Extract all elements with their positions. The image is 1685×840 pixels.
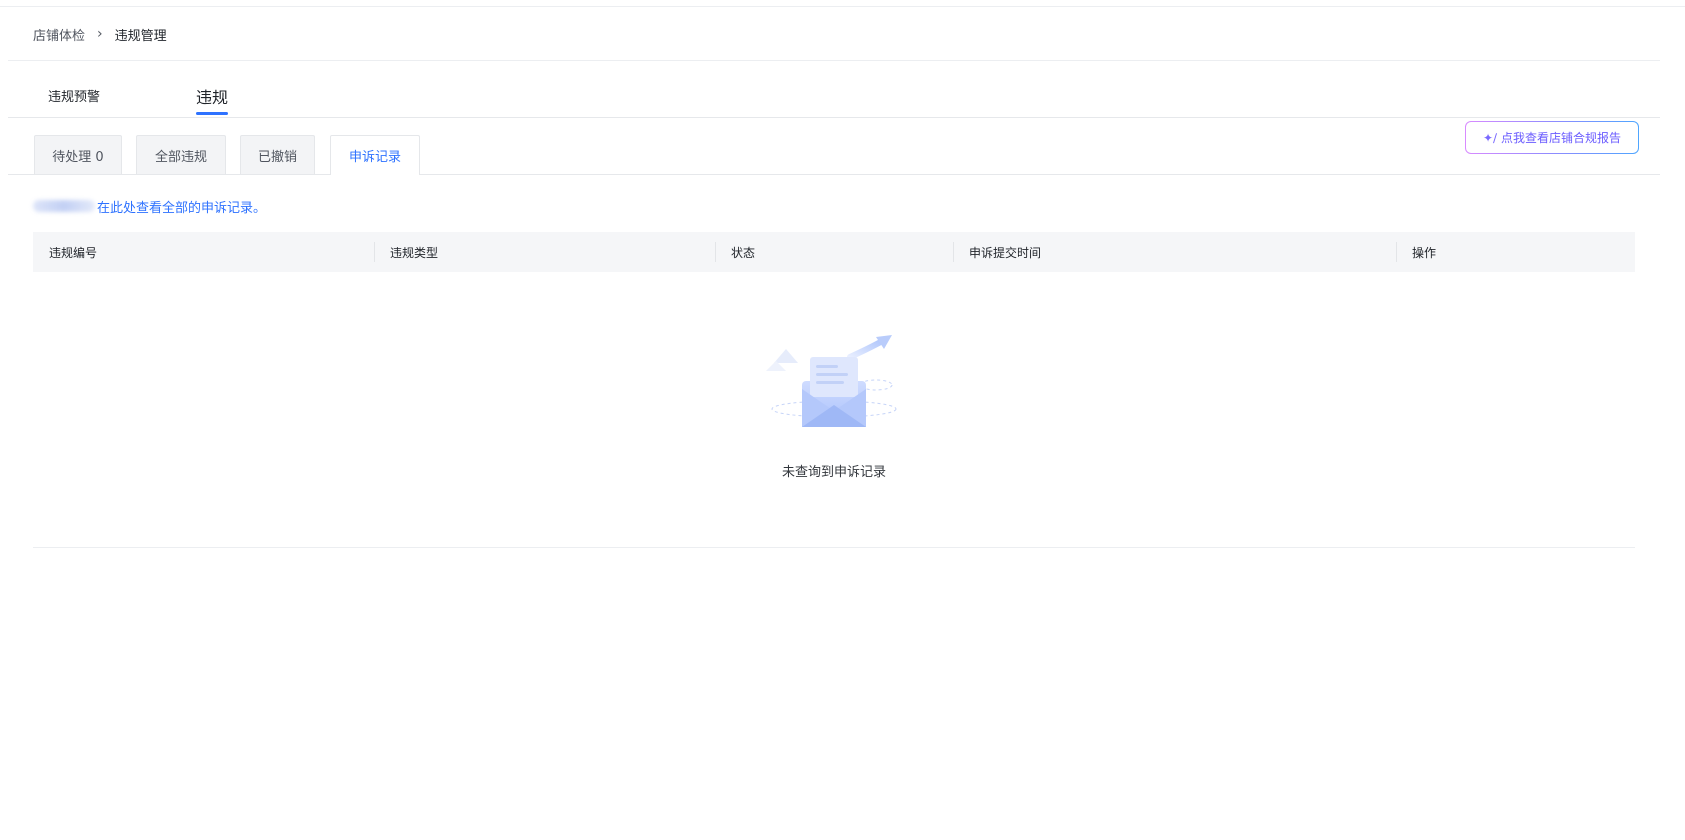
sub-tabs: 待处理 0 全部违规 已撤销 申诉记录 xyxy=(8,118,1660,175)
column-header-violation-type: 违规类型 xyxy=(374,232,715,272)
subtab-appeal-records[interactable]: 申诉记录 xyxy=(330,135,420,175)
app-root: 店铺体检 › 违规管理 违规预警 违规 待处理 0 全部违规 已撤销 申诉记录 … xyxy=(0,0,1685,840)
table-body: 未查询到申诉记录 xyxy=(33,272,1635,548)
appeal-notice-text: 在此处查看全部的申诉记录。 xyxy=(97,200,267,216)
compliance-report-button[interactable]: ✦∕ 点我查看店铺合规报告 xyxy=(1465,121,1639,154)
empty-state-text: 未查询到申诉记录 xyxy=(781,465,886,480)
column-header-appeal-time: 申诉提交时间 xyxy=(953,232,1396,272)
table-header: 违规编号 违规类型 状态 申诉提交时间 操作 xyxy=(33,232,1635,272)
compliance-report-label: 点我查看店铺合规报告 xyxy=(1501,131,1622,145)
breadcrumb-parent-link[interactable]: 店铺体检 xyxy=(33,25,85,44)
main-tabs: 违规预警 违规 xyxy=(8,60,1660,118)
subtab-all-violations[interactable]: 全部违规 xyxy=(136,135,226,174)
subtab-pending[interactable]: 待处理 0 xyxy=(34,135,122,174)
chevron-right-icon: › xyxy=(97,26,103,42)
empty-envelope-icon xyxy=(766,335,897,427)
blurred-text-mask xyxy=(33,200,95,212)
column-header-status: 状态 xyxy=(715,232,953,272)
appeal-records-table: 违规编号 违规类型 状态 申诉提交时间 操作 未查询到申诉记录 xyxy=(33,232,1635,548)
column-header-actions: 操作 xyxy=(1396,232,1635,272)
tab-violation[interactable]: 违规 xyxy=(196,84,229,115)
column-header-violation-id: 违规编号 xyxy=(49,245,98,260)
appeal-notice: 在此处查看全部的申诉记录。 xyxy=(33,196,266,216)
empty-state: 未查询到申诉记录 xyxy=(33,272,1635,548)
top-divider xyxy=(0,6,1685,7)
breadcrumb-current: 违规管理 xyxy=(114,28,167,44)
subtab-revoked[interactable]: 已撤销 xyxy=(240,135,315,174)
sparkle-wand-icon: ✦∕ xyxy=(1482,130,1498,145)
breadcrumb: 店铺体检 › 违规管理 xyxy=(33,24,167,44)
tab-violation-warning[interactable]: 违规预警 xyxy=(48,86,100,105)
